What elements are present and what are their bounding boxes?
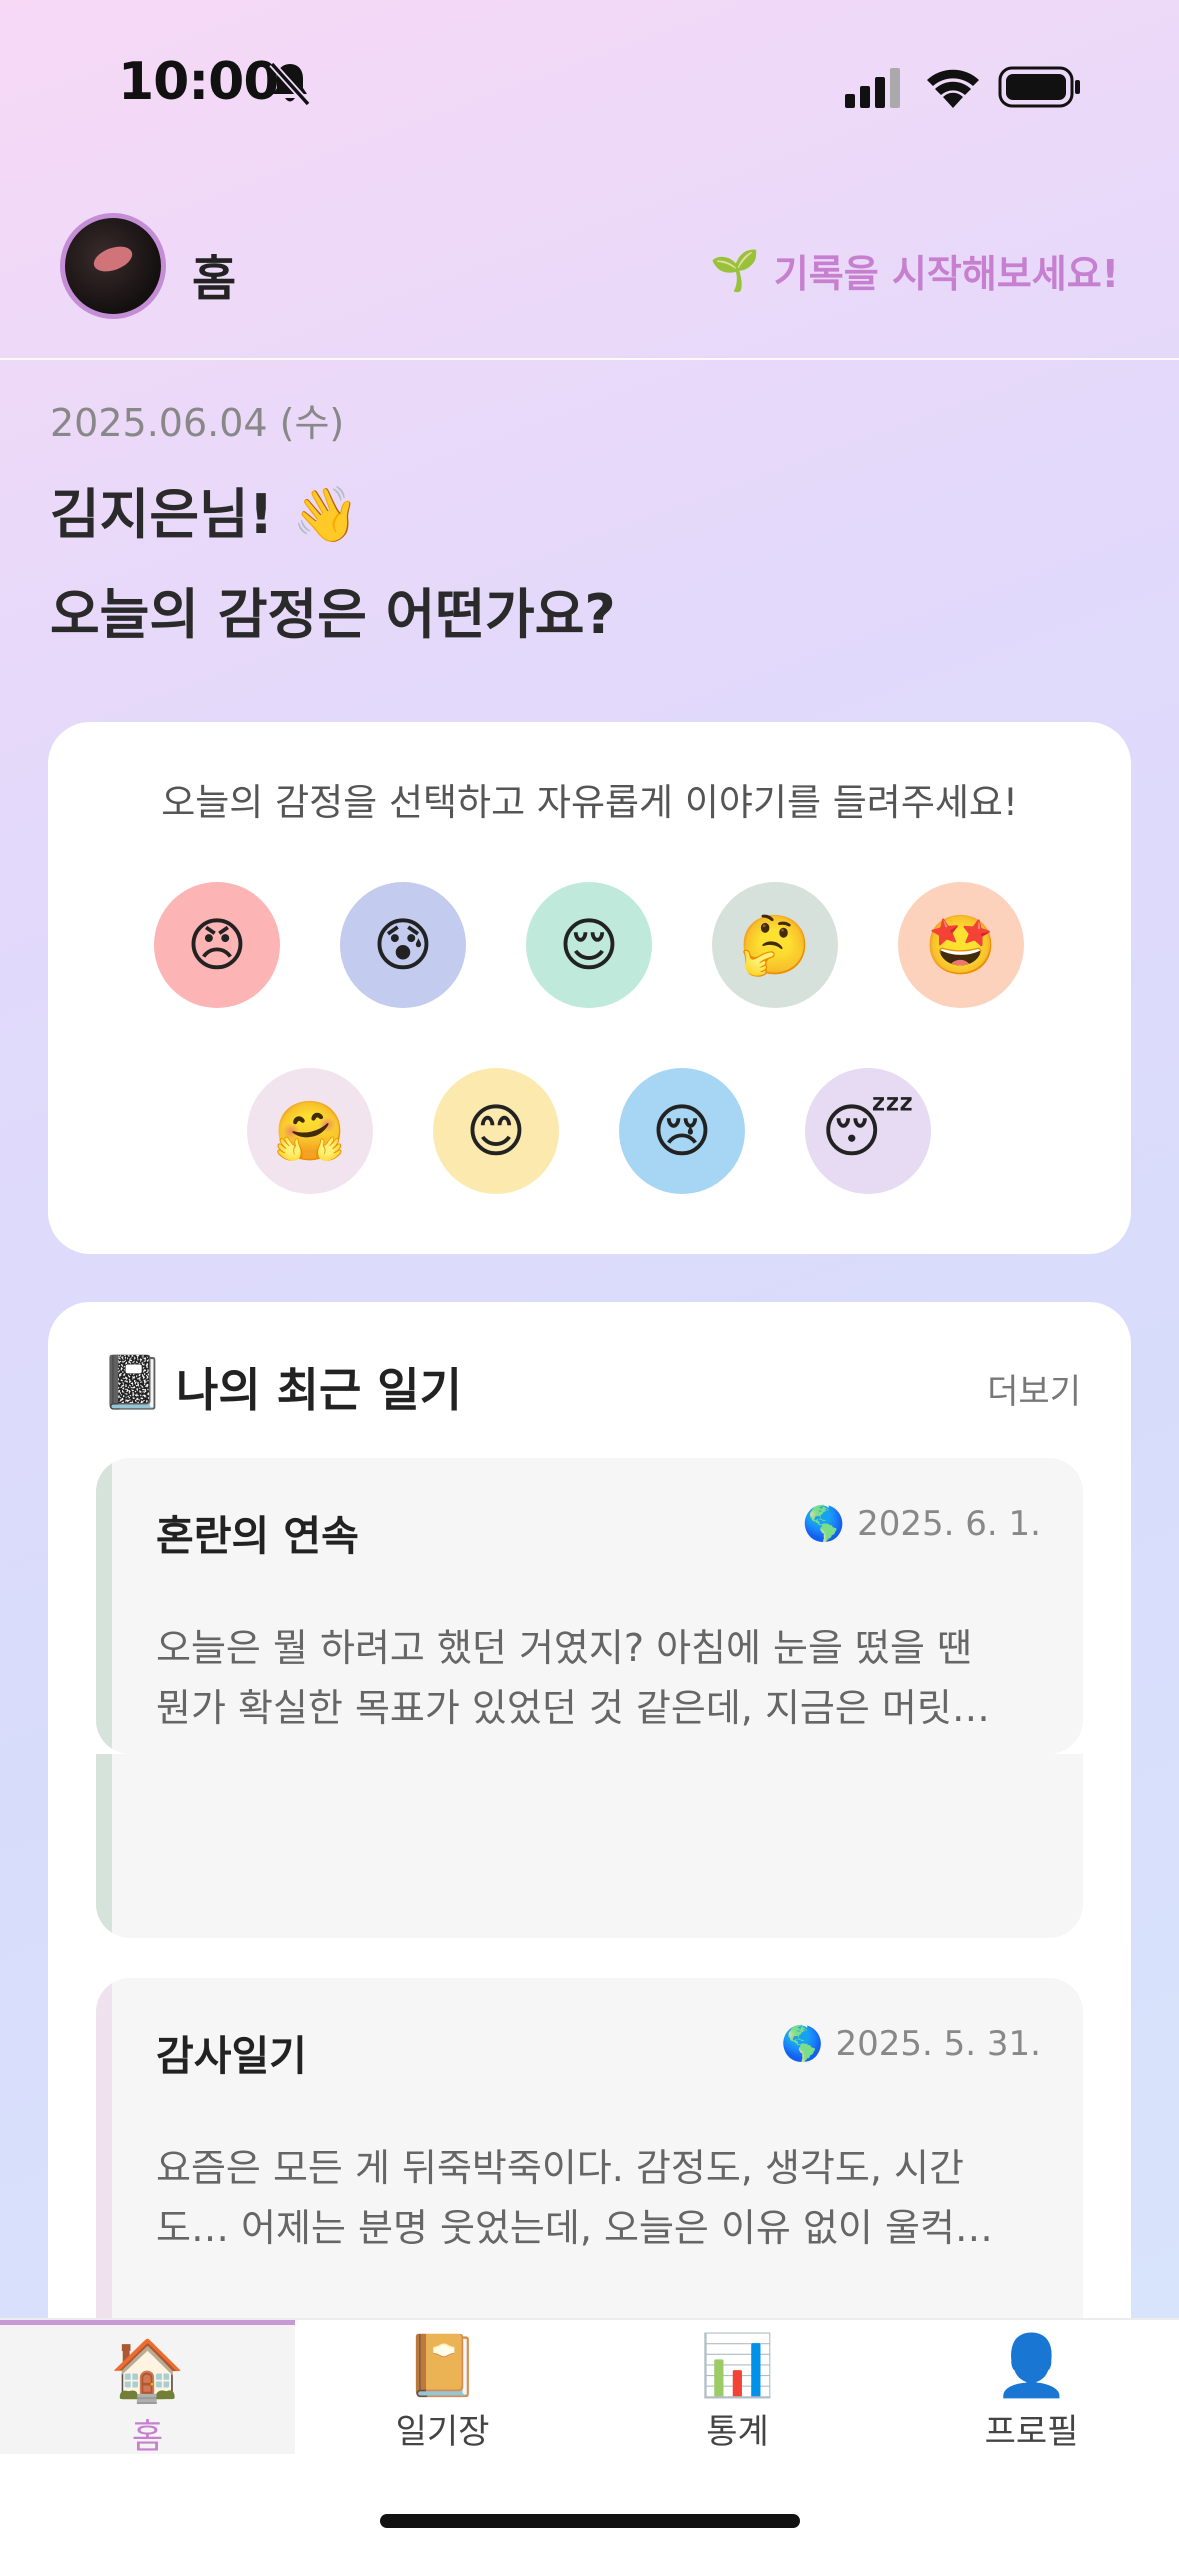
sprout-icon: 🌱 (709, 248, 760, 294)
person-icon: 👤 (994, 2331, 1069, 2401)
emotion-select-card: 오늘의 감정을 선택하고 자유롭게 이야기를 들려주세요! 😠 😰 😌 🤔 🤩 🤗 😊 😢 😴 (48, 722, 1131, 1254)
entry-preview-line: 도… 어제는 분명 웃었는데, 오늘은 이유 없이 울컥… (156, 2206, 993, 2250)
entry-preview: 오늘은 뭘 하려고 했던 거였지? 아침에 눈을 떴을 땐 뭔가 확실한 목표가… (156, 1618, 1036, 1738)
hug-emoji-icon: 🤗 (273, 1096, 347, 1165)
diary-entry-footer (96, 1754, 1083, 1938)
entry-preview-line: 뭔가 확실한 목표가 있었던 것 같은데, 지금은 머릿… (156, 1686, 990, 1730)
tab-stats[interactable]: 📊 통계 (590, 2320, 885, 2454)
recent-diary-title: 나의 최근 일기 (176, 1363, 462, 1417)
tab-label: 프로필 (984, 2412, 1079, 2452)
entry-date: 🌎 2025. 6. 1. (803, 1504, 1041, 1544)
emotion-button-excited[interactable]: 🤩 (898, 882, 1024, 1008)
entry-date: 🌎 2025. 5. 31. (781, 2024, 1041, 2064)
globe-icon: 🌎 (802, 1504, 846, 1544)
entry-title: 혼란의 연속 (156, 1512, 359, 1560)
page-title: 홈 (192, 251, 237, 307)
bar-chart-icon: 📊 (700, 2331, 775, 2401)
more-link[interactable]: 더보기 (987, 1364, 1081, 1413)
tab-diary[interactable]: 📔 일기장 (295, 2320, 590, 2454)
emotion-button-sleepy[interactable]: 😴 (805, 1068, 931, 1194)
emotion-button-confused[interactable]: 🤔 (712, 882, 838, 1008)
emotion-button-hug[interactable]: 🤗 (247, 1068, 373, 1194)
avatar[interactable] (60, 213, 166, 319)
status-bar: 10:00 (0, 0, 1179, 170)
sleepy-emoji-icon: 😴 (821, 1097, 915, 1165)
battery-icon (998, 66, 1080, 108)
app-header: 홈 🌱 기록을 시작해보세요! (0, 195, 1179, 360)
recent-diary-card: 📓 나의 최근 일기 더보기 혼란의 연속 🌎 2025. 6. 1. 오늘은 … (48, 1302, 1131, 2402)
entry-preview: 요즘은 모든 게 뒤죽박죽이다. 감정도, 생각도, 시간 도… 어제는 분명 … (156, 2138, 1036, 2258)
entry-date-text: 2025. 6. 1. (857, 1504, 1041, 1544)
tab-label: 통계 (706, 2412, 769, 2452)
emotion-button-sad[interactable]: 😢 (619, 1068, 745, 1194)
tab-label: 홈 (131, 2417, 164, 2457)
emotion-button-anxious[interactable]: 😰 (340, 882, 466, 1008)
entry-preview-line: 오늘은 뭘 하려고 했던 거였지? 아침에 눈을 떴을 땐 (156, 1626, 973, 1670)
relieved-emoji-icon: 😌 (558, 911, 620, 979)
happy-emoji-icon: 😊 (465, 1097, 527, 1165)
angry-emoji-icon: 😠 (186, 911, 248, 979)
status-time: 10:00 (118, 52, 280, 112)
greeting-name: 김지은님! 👋 (50, 483, 360, 546)
start-record-link[interactable]: 🌱 기록을 시작해보세요! (710, 243, 1119, 298)
bell-off-icon (269, 61, 311, 107)
emotion-button-happy[interactable]: 😊 (433, 1068, 559, 1194)
entry-color-bar (96, 1458, 112, 1754)
entry-color-bar (96, 1754, 112, 1938)
tab-profile[interactable]: 👤 프로필 (884, 2320, 1179, 2454)
emotion-button-relieved[interactable]: 😌 (526, 882, 652, 1008)
start-record-label: 기록을 시작해보세요! (773, 252, 1119, 296)
cellular-signal-icon (845, 68, 900, 108)
diary-book-icon: 📔 (405, 2331, 480, 2401)
wifi-icon (927, 69, 979, 108)
emotion-prompt: 오늘의 감정을 선택하고 자유롭게 이야기를 들려주세요! (161, 781, 1018, 824)
tab-label: 일기장 (395, 2412, 490, 2452)
notebook-icon: 📓 (100, 1353, 165, 1413)
greeting-question: 오늘의 감정은 어떤가요? (50, 583, 616, 646)
emotion-button-angry[interactable]: 😠 (154, 882, 280, 1008)
confused-emoji-icon: 🤔 (738, 910, 812, 979)
house-icon: 🏠 (110, 2336, 185, 2406)
tab-home[interactable]: 🏠 홈 (0, 2320, 295, 2457)
sad-emoji-icon: 😢 (651, 1097, 713, 1165)
anxious-emoji-icon: 😰 (372, 911, 434, 979)
globe-icon: 🌎 (781, 2024, 824, 2064)
excited-emoji-icon: 🤩 (924, 910, 998, 979)
entry-title: 감사일기 (156, 2032, 307, 2080)
diary-entry[interactable]: 혼란의 연속 🌎 2025. 6. 1. 오늘은 뭘 하려고 했던 거였지? 아… (96, 1458, 1083, 1754)
entry-preview-line: 요즘은 모든 게 뒤죽박죽이다. 감정도, 생각도, 시간 (156, 2146, 964, 2190)
entry-date-text: 2025. 5. 31. (835, 2024, 1041, 2064)
current-date: 2025.06.04 (수) (50, 401, 345, 445)
home-indicator (380, 2514, 800, 2528)
